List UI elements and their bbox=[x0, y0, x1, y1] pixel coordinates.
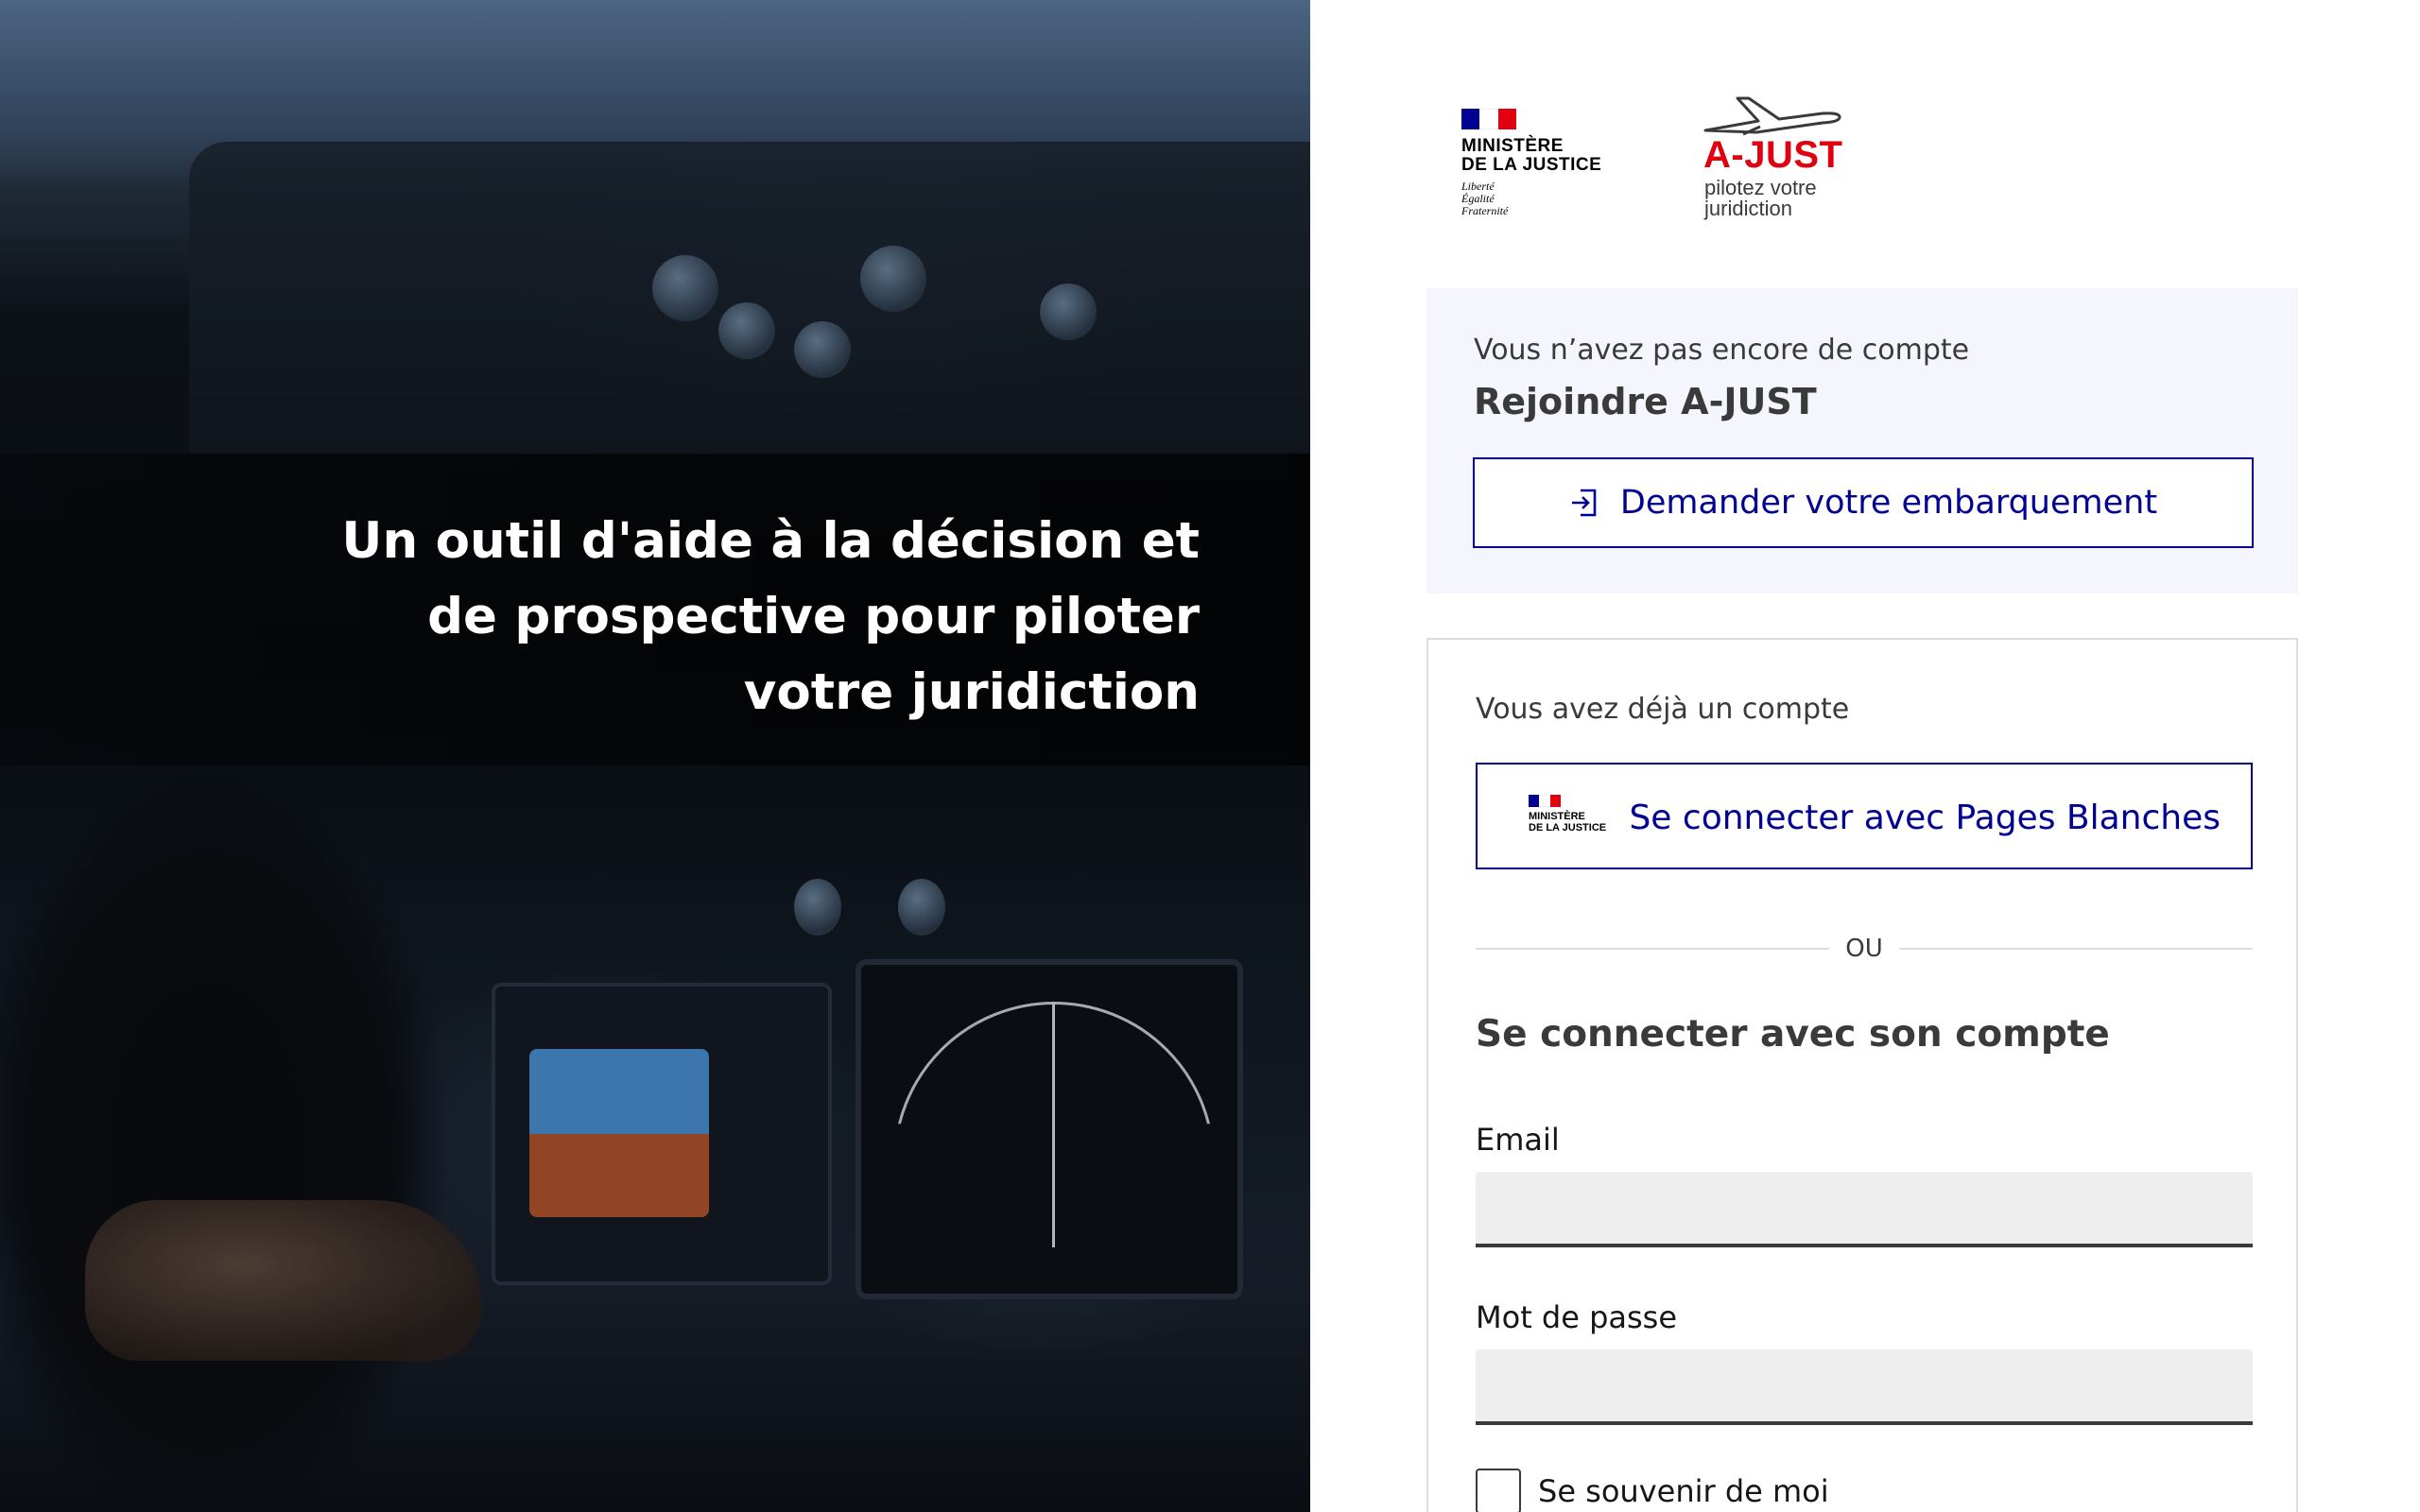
request-boarding-button[interactable]: Demander votre embarquement bbox=[1473, 457, 2254, 548]
remember-me-checkbox[interactable] bbox=[1476, 1469, 1521, 1512]
marianne-flag-icon bbox=[1529, 795, 1561, 807]
ajust-name: A-JUST bbox=[1703, 134, 1843, 176]
password-label: Mot de passe bbox=[1476, 1299, 1678, 1335]
hero-title: Un outil d'aide à la décision et de pros… bbox=[341, 512, 1200, 721]
or-divider: OU bbox=[1476, 935, 2253, 969]
ajust-logo: A-JUST pilotez votre juridiction bbox=[1702, 93, 1853, 230]
have-account-text: Vous avez déjà un compte bbox=[1476, 693, 1850, 726]
republic-motto: Liberté Égalité Fraternité bbox=[1461, 180, 1509, 217]
ministere-logo-small: MINISTÈRE DE LA JUSTICE bbox=[1529, 795, 1623, 842]
remember-me-label: Se souvenir de moi bbox=[1538, 1473, 1829, 1509]
password-field[interactable] bbox=[1476, 1349, 2253, 1425]
login-icon bbox=[1571, 489, 1597, 517]
ministere-logo: MINISTÈRE DE LA JUSTICE Liberté Égalité … bbox=[1461, 109, 1613, 222]
email-field[interactable] bbox=[1476, 1172, 2253, 1247]
marianne-flag-icon bbox=[1461, 109, 1516, 129]
pages-blanches-login-button[interactable]: MINISTÈRE DE LA JUSTICE Se connecter ave… bbox=[1476, 763, 2253, 869]
join-card: Vous n’avez pas encore de compte Rejoind… bbox=[1426, 288, 2298, 593]
join-subtitle: Vous n’avez pas encore de compte bbox=[1474, 334, 1970, 367]
ministere-name: MINISTÈRE DE LA JUSTICE bbox=[1461, 136, 1602, 175]
ministere-name-small: MINISTÈRE DE LA JUSTICE bbox=[1529, 811, 1607, 833]
email-label: Email bbox=[1476, 1122, 1560, 1158]
remember-me-row: Se souvenir de moi bbox=[1476, 1469, 1829, 1512]
pages-blanches-label: Se connecter avec Pages Blanches bbox=[1629, 799, 2221, 837]
airplane-icon bbox=[1703, 96, 1841, 136]
hero-panel: Un outil d'aide à la décision et de pros… bbox=[0, 0, 1310, 1512]
request-boarding-label: Demander votre embarquement bbox=[1619, 484, 2158, 522]
login-card: Vous avez déjà un compte MINISTÈRE DE LA… bbox=[1426, 638, 2298, 1512]
divider-line bbox=[1899, 948, 2253, 950]
join-title: Rejoindre A-JUST bbox=[1474, 381, 1817, 422]
ajust-tagline: pilotez votre juridiction bbox=[1704, 176, 1817, 220]
form-title: Se connecter avec son compte bbox=[1476, 1013, 2110, 1056]
